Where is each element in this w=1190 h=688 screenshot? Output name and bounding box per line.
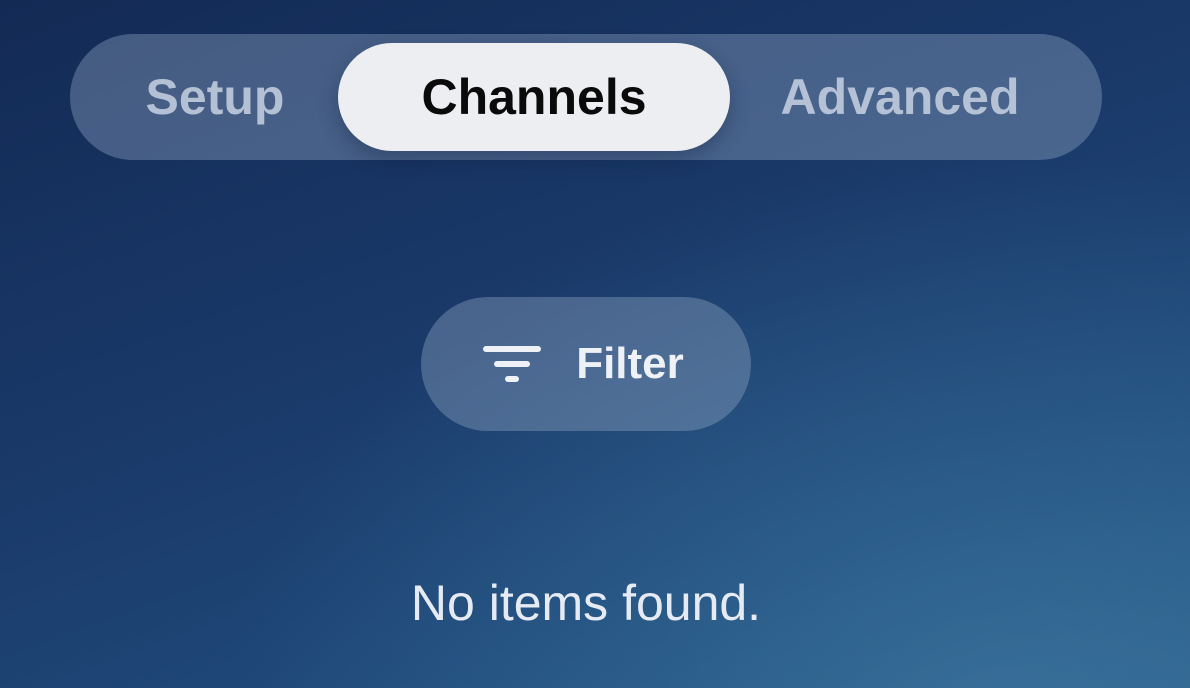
tab-setup-label: Setup [145,69,285,125]
filter-button[interactable]: Filter [421,297,751,431]
tab-channels[interactable]: Channels [338,43,730,151]
tab-advanced[interactable]: Advanced [760,43,1040,151]
filter-icon [483,346,542,382]
empty-state-message: No items found. [410,575,762,631]
tab-bar: Setup Channels Advanced [70,34,1102,160]
tab-channels-label: Channels [421,69,647,125]
tab-setup[interactable]: Setup [130,43,300,151]
tab-advanced-label: Advanced [780,69,1020,125]
filter-button-label: Filter [576,339,684,388]
